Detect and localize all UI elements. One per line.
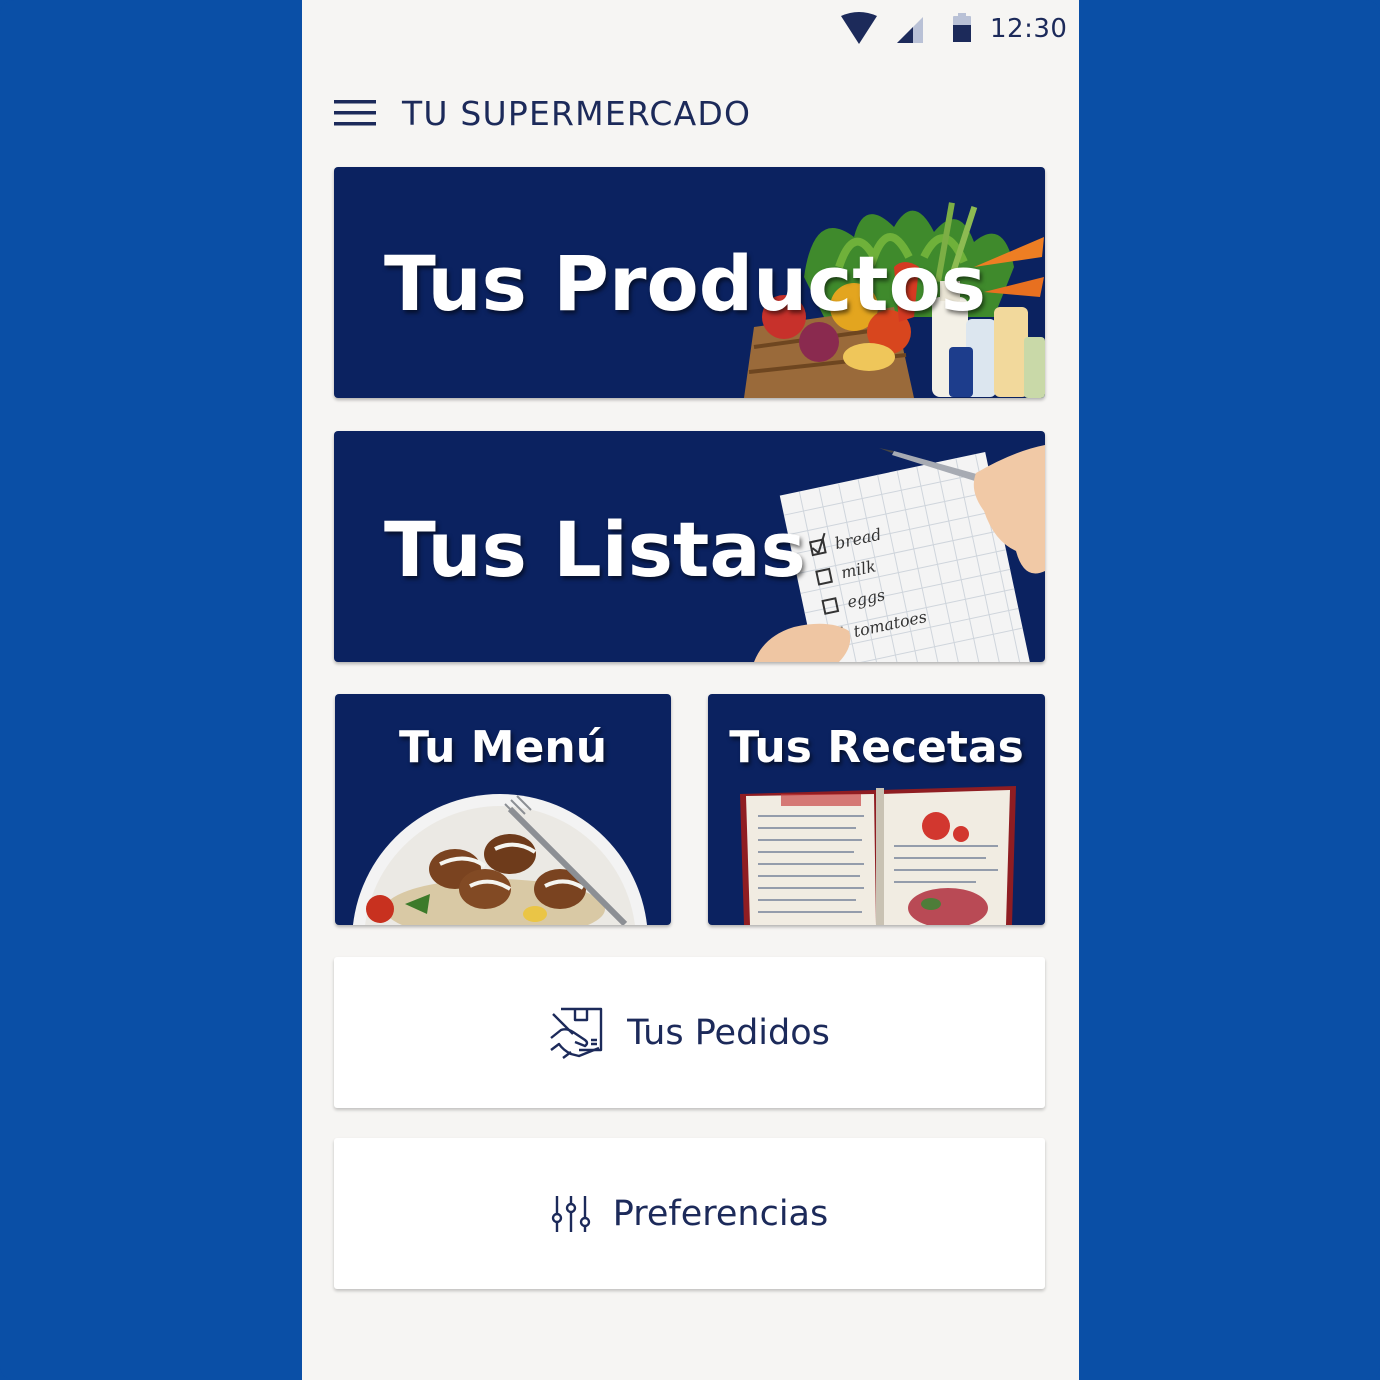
card-tus-productos[interactable]: Tus Productos — [334, 167, 1045, 398]
tus-pedidos-label: Tus Pedidos — [627, 1012, 830, 1053]
preferencias-label: Preferencias — [612, 1193, 829, 1234]
preferencias-button[interactable]: Preferencias — [334, 1138, 1045, 1289]
sliders-icon — [551, 1195, 590, 1232]
package-delivery-icon — [550, 1007, 603, 1059]
tus-pedidos-button[interactable]: Tus Pedidos — [334, 957, 1045, 1108]
battery-icon — [953, 13, 971, 42]
card-tus-recetas[interactable]: Tus Recetas — [708, 694, 1045, 925]
card-title-productos: Tus Productos — [384, 239, 987, 328]
card-title-recetas: Tus Recetas — [729, 722, 1024, 773]
app-title: TU SUPERMERCADO — [402, 94, 752, 133]
signal-icon — [897, 17, 923, 43]
status-time: 12:30 — [990, 14, 1068, 44]
wifi-icon — [841, 12, 877, 44]
phone-screen: 12:30 TU SUPERMERCADO Tus Productos brea… — [302, 0, 1079, 1380]
card-title-listas: Tus Listas — [384, 505, 806, 594]
card-title-menu: Tu Menú — [398, 722, 608, 773]
recipe-book-image — [740, 786, 1016, 925]
status-bar: 12:30 — [302, 0, 1079, 60]
card-tus-listas[interactable]: bread milk eggs tomatoes Tus Listas — [334, 431, 1045, 662]
card-tu-menu[interactable]: Tu Menú — [335, 694, 671, 925]
hamburger-menu-icon[interactable] — [334, 98, 376, 128]
background: 12:30 TU SUPERMERCADO Tus Productos brea… — [0, 0, 1380, 1380]
